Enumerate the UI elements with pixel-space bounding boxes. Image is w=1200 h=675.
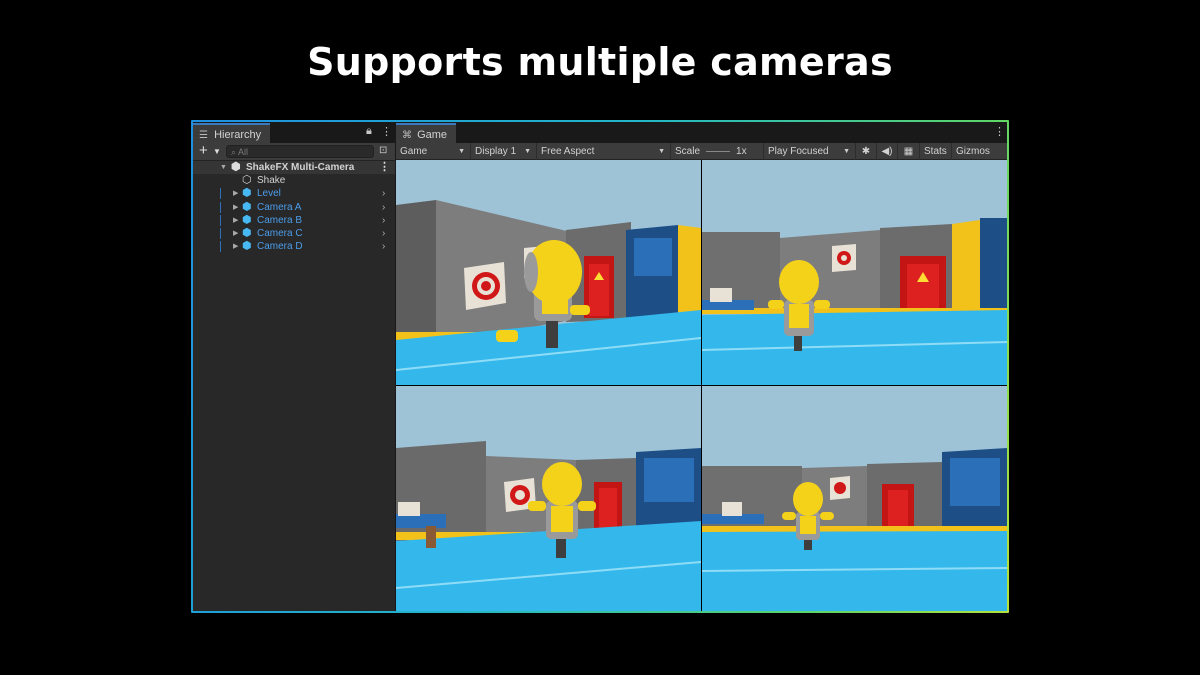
camera-d-view xyxy=(702,386,1007,611)
hierarchy-item-camera-a[interactable]: ▶ ⬢ Camera A › xyxy=(193,201,395,214)
play-mode-label: Play Focused xyxy=(768,146,829,157)
kebab-menu-icon[interactable]: ⋮ xyxy=(381,125,392,138)
expand-arrow-icon[interactable]: ▼ xyxy=(220,161,227,174)
speaker-icon[interactable]: ◀) xyxy=(877,143,898,160)
search-placeholder: All xyxy=(238,147,249,157)
game-panel: ⌘ Game ⋮ Game ▼ Display 1 ▼ Free Aspect ▼ S… xyxy=(396,122,1007,611)
camera-c-view xyxy=(396,386,701,611)
prefab-cube-icon: ⬢ xyxy=(242,240,252,253)
kebab-menu-icon[interactable]: ⋮ xyxy=(994,125,1005,138)
chevron-down-icon: ▼ xyxy=(658,148,665,155)
page-headline: Supports multiple cameras xyxy=(307,40,893,84)
camera-b-view xyxy=(702,160,1007,385)
tab-game-label: Game xyxy=(417,129,448,141)
scene-menu-icon[interactable]: ⋮ xyxy=(379,161,390,174)
hierarchy-item-shake[interactable]: ⬡ Shake xyxy=(193,174,395,187)
expand-arrow-icon[interactable]: ▶ xyxy=(233,227,238,240)
scene-row[interactable]: ▼ ⬢ ShakeFX Multi-Camera ⋮ xyxy=(193,161,395,175)
chevron-right-icon[interactable]: › xyxy=(382,201,385,214)
chevron-right-icon[interactable]: › xyxy=(382,227,385,240)
expand-arrow-icon[interactable]: ▶ xyxy=(233,214,238,227)
override-indicator xyxy=(220,188,221,200)
hierarchy-item-camera-d[interactable]: ▶ ⬢ Camera D › xyxy=(193,240,395,253)
lock-icon[interactable]: 🔒︎ xyxy=(366,125,372,138)
prefab-cube-icon: ⬢ xyxy=(242,200,252,213)
chevron-down-icon: ▼ xyxy=(458,148,465,155)
stats-button[interactable]: Stats xyxy=(920,143,952,160)
chevron-right-icon[interactable]: › xyxy=(382,214,385,227)
gizmos-button[interactable]: Gizmos xyxy=(952,143,994,160)
expand-arrow-icon[interactable]: ▶ xyxy=(233,240,238,253)
search-icon: ⌕ xyxy=(231,147,239,157)
tab-hierarchy-label: Hierarchy xyxy=(214,129,262,141)
tab-hierarchy[interactable]: ☰ Hierarchy xyxy=(193,123,270,143)
override-indicator xyxy=(220,227,221,239)
override-indicator xyxy=(220,241,221,253)
hierarchy-panel: ☰ Hierarchy 🔒︎ ⋮ + ▼ ⌕ All ⊡ ▼ ⬢ ShakeFX… xyxy=(193,122,395,611)
aspect-dropdown[interactable]: Free Aspect ▼ xyxy=(537,143,671,160)
chevron-right-icon[interactable]: › xyxy=(382,187,385,200)
hierarchy-search-input[interactable]: ⌕ All xyxy=(226,145,374,158)
hierarchy-item-level[interactable]: ▶ ⬢ Level › xyxy=(193,187,395,200)
bug-icon[interactable]: ✱ xyxy=(856,143,877,160)
unity-editor: ☰ Hierarchy 🔒︎ ⋮ + ▼ ⌕ All ⊡ ▼ ⬢ ShakeFX… xyxy=(193,122,1007,611)
camera-a-view xyxy=(396,160,701,385)
scale-slider-track[interactable] xyxy=(706,150,731,152)
highlight-frame: ☰ Hierarchy 🔒︎ ⋮ + ▼ ⌕ All ⊡ ▼ ⬢ ShakeFX… xyxy=(191,120,1009,613)
tab-game[interactable]: ⌘ Game xyxy=(396,123,456,143)
expand-arrow-icon[interactable]: ▶ xyxy=(233,201,238,214)
scale-slider[interactable]: Scale 1x xyxy=(671,143,764,160)
override-indicator xyxy=(220,214,221,226)
hierarchy-item-camera-b[interactable]: ▶ ⬢ Camera B › xyxy=(193,214,395,227)
game-toolbar: Game ▼ Display 1 ▼ Free Aspect ▼ Scale 1x Pl… xyxy=(396,143,1007,160)
hierarchy-item-label: Shake xyxy=(257,175,286,187)
chevron-down-icon[interactable]: ▼ xyxy=(213,147,221,156)
gizmos-label: Gizmos xyxy=(956,146,990,157)
hierarchy-item-label: Level xyxy=(257,188,281,200)
display-dropdown[interactable]: Display 1 ▼ xyxy=(471,143,537,160)
chevron-down-icon: ▼ xyxy=(843,148,850,155)
scene-icon: ⬢ xyxy=(231,161,241,173)
hierarchy-item-label: Camera C xyxy=(257,227,303,239)
display-label: Display 1 xyxy=(475,146,517,157)
override-indicator xyxy=(220,201,221,213)
hierarchy-item-label: Camera A xyxy=(257,201,302,213)
game-mode-dropdown[interactable]: Game ▼ xyxy=(396,143,471,160)
gameobject-cube-icon: ⬡ xyxy=(242,174,252,187)
game-tab-bar: ⌘ Game ⋮ xyxy=(396,122,1007,143)
game-mode-label: Game xyxy=(400,146,428,157)
hierarchy-item-label: Camera B xyxy=(257,214,303,226)
keyboard-icon[interactable]: ▦ xyxy=(898,143,920,160)
search-by-type-icon[interactable]: ⊡ xyxy=(379,145,387,156)
chevron-right-icon[interactable]: › xyxy=(382,240,385,253)
game-viewport[interactable] xyxy=(396,160,1007,611)
hierarchy-item-camera-c[interactable]: ▶ ⬢ Camera C › xyxy=(193,227,395,240)
hierarchy-toolbar: + ▼ ⌕ All ⊡ xyxy=(193,142,395,161)
stats-label: Stats xyxy=(924,146,947,157)
expand-arrow-icon[interactable]: ▶ xyxy=(233,187,238,200)
scale-value: 1x xyxy=(736,146,747,157)
aspect-label: Free Aspect xyxy=(541,146,595,157)
hierarchy-tab-bar: ☰ Hierarchy 🔒︎ ⋮ xyxy=(193,122,395,143)
prefab-cube-icon: ⬢ xyxy=(242,226,252,239)
prefab-cube-icon: ⬢ xyxy=(242,187,252,200)
chevron-down-icon: ▼ xyxy=(524,148,531,155)
prefab-cube-icon: ⬢ xyxy=(242,213,252,226)
scale-label: Scale xyxy=(675,146,701,157)
scene-name: ShakeFX Multi-Camera xyxy=(246,162,355,173)
plus-icon[interactable]: + xyxy=(199,142,208,159)
play-mode-dropdown[interactable]: Play Focused ▼ xyxy=(764,143,856,160)
hierarchy-item-label: Camera D xyxy=(257,241,303,253)
